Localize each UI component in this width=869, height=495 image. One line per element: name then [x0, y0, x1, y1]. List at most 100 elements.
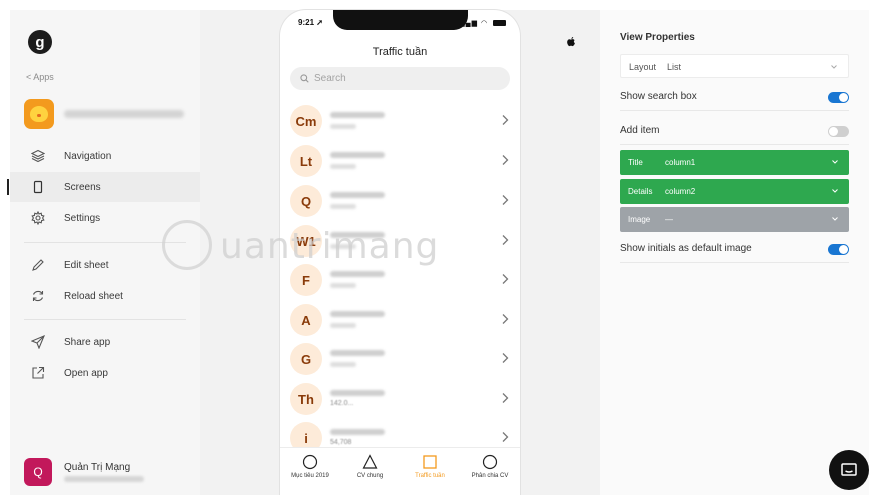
show-search-toggle[interactable] — [828, 92, 849, 103]
item-title-blurred — [330, 311, 385, 317]
list-item[interactable]: Cm — [280, 100, 520, 140]
battery-icon — [493, 20, 506, 27]
status-icons: ▂▄▆ ◠ — [459, 19, 506, 27]
add-item-row: Add item — [620, 117, 849, 145]
item-title-blurred — [330, 350, 385, 356]
sidebar-item-label: Navigation — [64, 151, 112, 162]
layout-value: List — [667, 62, 682, 72]
item-title-blurred — [330, 390, 385, 396]
item-detail-blurred — [330, 323, 356, 328]
status-time: 9:21 ➚ — [298, 18, 323, 27]
glide-logo[interactable]: g — [28, 30, 52, 54]
list-item[interactable]: F — [280, 259, 520, 299]
layout-select[interactable]: Layout List — [620, 54, 849, 78]
tab-label: Mục tiêu 2019 — [291, 473, 329, 479]
image-field-select[interactable]: Image — — [620, 207, 849, 232]
sidebar-item-navigation[interactable]: Navigation — [10, 141, 200, 171]
chevron-right-icon — [502, 274, 509, 284]
chevron-down-icon — [832, 217, 838, 221]
chick-icon — [30, 106, 48, 122]
screen-title: Traffic tuần — [372, 46, 428, 58]
chevron-right-icon — [502, 432, 509, 442]
tab-phan-chia-cv[interactable]: Phân chia CV — [460, 454, 520, 479]
sidebar-item-label: Edit sheet — [64, 260, 109, 271]
chevron-right-icon — [502, 314, 509, 324]
sidebar-item-label: Open app — [64, 368, 108, 379]
divider — [24, 242, 186, 243]
sidebar-item-edit-sheet[interactable]: Edit sheet — [10, 250, 200, 280]
item-title-blurred — [330, 232, 385, 238]
panel-title: View Properties — [620, 32, 695, 43]
details-field-select[interactable]: Details column2 — [620, 179, 849, 204]
item-title-blurred — [330, 429, 385, 435]
show-initials-row: Show initials as default image — [620, 235, 849, 263]
search-icon — [300, 74, 309, 83]
status-time-text: 9:21 — [298, 18, 315, 27]
phone-notch — [333, 10, 468, 30]
tab-traffic-tuan[interactable]: Traffic tuần — [400, 454, 460, 479]
gear-icon — [30, 210, 46, 226]
search-placeholder: Search — [314, 73, 346, 84]
search-input[interactable]: Search — [290, 67, 510, 90]
list-item[interactable]: Th 142.0... — [280, 378, 520, 418]
apple-icon[interactable] — [565, 36, 577, 48]
field-key: Details — [628, 187, 653, 196]
app-icon — [24, 99, 54, 129]
sidebar-item-open-app[interactable]: Open app — [10, 358, 200, 388]
logo-letter: g — [35, 33, 45, 51]
show-initials-toggle[interactable] — [828, 244, 849, 255]
initials-avatar: Q — [290, 185, 322, 217]
item-title-blurred — [330, 112, 385, 118]
list-item[interactable]: Q — [280, 180, 520, 220]
sidebar-item-label: Reload sheet — [64, 291, 123, 302]
chevron-right-icon — [502, 353, 509, 363]
circle-icon — [482, 454, 498, 470]
item-title-blurred — [330, 271, 385, 277]
item-title-blurred — [330, 152, 385, 158]
list-item[interactable]: W1 — [280, 220, 520, 260]
initials-avatar: Cm — [290, 105, 322, 137]
sidebar: g < Apps Navigation Screens Settings Edi… — [7, 10, 200, 495]
initials-avatar: Lt — [290, 145, 322, 177]
chat-support-button[interactable] — [829, 450, 869, 490]
sidebar-item-share-app[interactable]: Share app — [10, 327, 200, 357]
avatar: Q — [24, 458, 52, 486]
location-arrow-icon: ➚ — [316, 18, 323, 27]
item-detail-blurred — [330, 362, 356, 367]
item-detail: 142.0... — [330, 400, 354, 407]
add-item-label: Add item — [620, 125, 660, 136]
signal-icon: ▂▄▆ — [459, 20, 478, 27]
title-field-select[interactable]: Title column1 — [620, 150, 849, 175]
list-item[interactable]: A — [280, 299, 520, 339]
initials-avatar: Th — [290, 383, 322, 415]
tab-muc-tieu-2019[interactable]: Mục tiêu 2019 — [280, 454, 340, 479]
initials-avatar: W1 — [290, 225, 322, 257]
divider — [24, 319, 186, 320]
add-item-toggle[interactable] — [828, 126, 849, 137]
sidebar-item-settings[interactable]: Settings — [10, 203, 200, 233]
initials-avatar: A — [290, 304, 322, 336]
field-value: column2 — [665, 187, 696, 196]
tab-label: CV chung — [356, 473, 384, 479]
item-detail: 54,708 — [330, 439, 352, 446]
chevron-right-icon — [502, 115, 509, 125]
refresh-icon — [30, 288, 46, 304]
square-icon — [423, 455, 437, 469]
list-item[interactable]: Lt — [280, 140, 520, 180]
sidebar-item-label: Share app — [64, 337, 111, 348]
list-item[interactable]: G — [280, 338, 520, 378]
phone-preview: 9:21 ➚ ▂▄▆ ◠ Traffic tuần Search Cm Lt Q… — [280, 10, 520, 495]
user-account[interactable]: Q Quản Trị Mạng — [24, 458, 144, 486]
tab-cv-chung[interactable]: CV chung — [340, 454, 400, 479]
phone-icon — [30, 179, 46, 195]
chevron-right-icon — [502, 393, 509, 403]
tab-bar: Mục tiêu 2019 CV chung Traffic tuần Phân… — [280, 447, 520, 495]
send-icon — [30, 334, 46, 350]
item-detail-blurred — [330, 283, 356, 288]
show-initials-label: Show initials as default image — [620, 243, 752, 254]
sidebar-item-reload-sheet[interactable]: Reload sheet — [10, 281, 200, 311]
current-app[interactable] — [24, 99, 184, 129]
triangle-icon — [362, 454, 378, 469]
sidebar-item-screens[interactable]: Screens — [7, 172, 200, 202]
back-to-apps-link[interactable]: < Apps — [26, 72, 54, 82]
